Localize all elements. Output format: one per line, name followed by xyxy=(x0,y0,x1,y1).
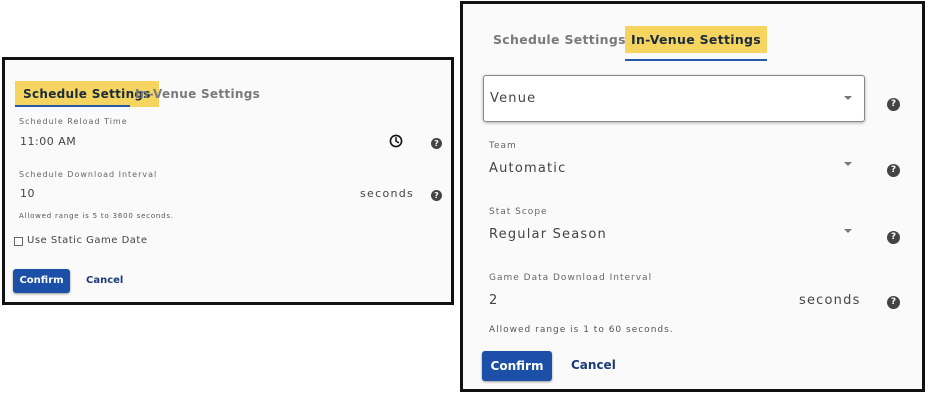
game-interval-input[interactable]: 2 xyxy=(489,293,498,308)
help-icon[interactable]: ? xyxy=(887,231,900,244)
chevron-down-icon xyxy=(844,96,852,100)
tab-in-venue-settings[interactable]: In-Venue Settings xyxy=(625,26,768,61)
schedule-settings-panel: Schedule Settings In-Venue Settings Sche… xyxy=(2,57,454,305)
team-select[interactable]: Automatic xyxy=(489,161,566,176)
help-icon[interactable]: ? xyxy=(431,190,442,201)
confirm-button-label: Confirm xyxy=(19,275,64,286)
in-venue-settings-panel: Schedule Settings In-Venue Settings Venu… xyxy=(460,1,925,392)
confirm-button-label: Confirm xyxy=(490,359,544,373)
team-label: Team xyxy=(489,141,517,151)
reload-time-input[interactable]: 11:00 AM xyxy=(20,135,76,148)
venue-select[interactable]: Venue xyxy=(483,75,865,122)
help-icon[interactable]: ? xyxy=(887,98,900,111)
tab-label: In-Venue Settings xyxy=(625,26,768,53)
tab-underline xyxy=(15,105,130,107)
venue-select-value: Venue xyxy=(490,91,537,106)
help-icon[interactable]: ? xyxy=(887,164,900,177)
tab-label: In-Venue Settings xyxy=(135,87,261,101)
help-icon[interactable]: ? xyxy=(887,296,900,309)
cancel-button-label: Cancel xyxy=(571,358,616,372)
cancel-button[interactable]: Cancel xyxy=(571,358,616,372)
range-hint: Allowed range is 5 to 3600 seconds. xyxy=(19,212,174,220)
cancel-button-label: Cancel xyxy=(86,275,124,286)
stat-scope-select[interactable]: Regular Season xyxy=(489,227,607,242)
range-hint: Allowed range is 1 to 60 seconds. xyxy=(489,325,674,335)
help-icon[interactable]: ? xyxy=(431,138,442,149)
download-interval-label: Schedule Download Interval xyxy=(19,170,158,179)
static-date-checkbox[interactable] xyxy=(14,237,23,246)
chevron-down-icon[interactable] xyxy=(844,229,852,233)
clock-icon[interactable] xyxy=(389,133,403,148)
game-interval-label: Game Data Download Interval xyxy=(489,273,653,283)
tab-schedule-settings[interactable]: Schedule Settings xyxy=(493,28,626,60)
tab-label: Schedule Settings xyxy=(493,32,626,47)
tab-in-venue-settings[interactable]: In-Venue Settings xyxy=(135,79,260,107)
confirm-button[interactable]: Confirm xyxy=(13,269,70,293)
static-date-label: Use Static Game Date xyxy=(27,235,148,246)
tab-schedule-settings[interactable]: Schedule Settings xyxy=(15,79,159,107)
cancel-button[interactable]: Cancel xyxy=(86,275,123,286)
unit-label: seconds xyxy=(799,293,861,308)
stat-scope-label: Stat Scope xyxy=(489,207,548,217)
tab-underline xyxy=(625,59,767,61)
unit-label: seconds xyxy=(360,187,415,200)
chevron-down-icon[interactable] xyxy=(844,162,852,166)
confirm-button[interactable]: Confirm xyxy=(482,351,552,381)
reload-time-label: Schedule Reload Time xyxy=(19,117,128,126)
download-interval-input[interactable]: 10 xyxy=(20,187,35,200)
